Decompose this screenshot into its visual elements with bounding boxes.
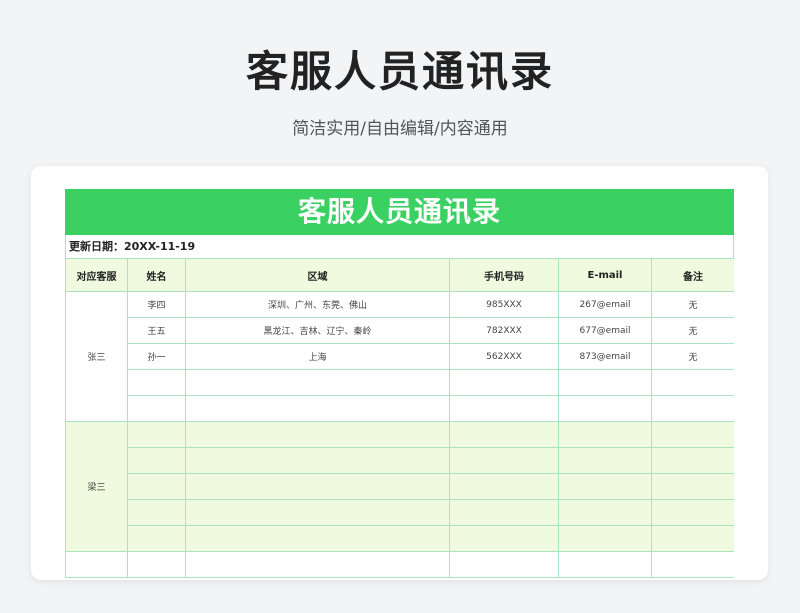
table-row bbox=[66, 447, 734, 474]
name-cell[interactable]: 孙一 bbox=[127, 343, 186, 370]
table-row bbox=[66, 395, 734, 422]
email-cell[interactable] bbox=[558, 447, 652, 474]
agent-cell[interactable] bbox=[65, 551, 128, 578]
phone-cell[interactable]: 562XXX bbox=[449, 343, 559, 370]
phone-cell[interactable] bbox=[449, 369, 559, 396]
region-cell[interactable]: 上海 bbox=[185, 343, 450, 370]
contact-table: 对应客服 姓名 区域 手机号码 E-mail 备注 张三 李四 深圳、广州、东莞… bbox=[65, 258, 734, 578]
agent-cell[interactable]: 梁三 bbox=[65, 421, 128, 552]
page-title: 客服人员通讯录 bbox=[245, 47, 554, 96]
table-row: 孙一 上海 562XXX 873@email 无 bbox=[66, 343, 734, 370]
region-cell[interactable] bbox=[185, 525, 450, 552]
region-cell[interactable]: 黑龙江、吉林、辽宁、秦岭 bbox=[185, 317, 450, 344]
region-cell[interactable] bbox=[185, 551, 450, 578]
email-cell[interactable] bbox=[558, 499, 652, 526]
region-cell[interactable] bbox=[185, 421, 450, 448]
note-cell[interactable] bbox=[651, 525, 734, 552]
name-cell[interactable]: 王五 bbox=[127, 317, 186, 344]
header-agent[interactable]: 对应客服 bbox=[65, 258, 128, 292]
name-cell[interactable] bbox=[127, 395, 186, 422]
region-cell[interactable] bbox=[185, 473, 450, 500]
region-cell[interactable] bbox=[185, 395, 450, 422]
email-cell[interactable] bbox=[558, 525, 652, 552]
agent-cell[interactable]: 张三 bbox=[65, 291, 128, 422]
phone-cell[interactable] bbox=[449, 447, 559, 474]
spreadsheet: 客服人员通讯录 更新日期：20XX-11-19 对应客服 姓名 区域 手机号码 … bbox=[65, 189, 734, 580]
name-cell[interactable] bbox=[127, 551, 186, 578]
table-row bbox=[66, 369, 734, 396]
name-cell[interactable] bbox=[127, 499, 186, 526]
email-cell[interactable]: 267@email bbox=[558, 291, 652, 318]
phone-cell[interactable] bbox=[449, 551, 559, 578]
table-row bbox=[65, 551, 734, 578]
header-name[interactable]: 姓名 bbox=[127, 258, 186, 292]
email-cell[interactable] bbox=[558, 421, 652, 448]
name-cell[interactable] bbox=[127, 447, 186, 474]
phone-cell[interactable] bbox=[449, 395, 559, 422]
note-cell[interactable] bbox=[651, 551, 734, 578]
email-cell[interactable] bbox=[558, 551, 652, 578]
phone-cell[interactable] bbox=[449, 525, 559, 552]
phone-cell[interactable]: 985XXX bbox=[449, 291, 559, 318]
table-row bbox=[66, 499, 734, 526]
region-cell[interactable]: 深圳、广州、东莞、佛山 bbox=[185, 291, 450, 318]
email-cell[interactable] bbox=[558, 369, 652, 396]
phone-cell[interactable] bbox=[449, 499, 559, 526]
name-cell[interactable] bbox=[127, 369, 186, 396]
sheet-banner[interactable]: 客服人员通讯录 bbox=[65, 189, 734, 235]
region-cell[interactable] bbox=[185, 499, 450, 526]
note-cell[interactable] bbox=[651, 369, 734, 396]
name-cell[interactable] bbox=[127, 473, 186, 500]
note-cell[interactable]: 无 bbox=[651, 291, 734, 318]
phone-cell[interactable] bbox=[449, 421, 559, 448]
sheet-card: 客服人员通讯录 更新日期：20XX-11-19 对应客服 姓名 区域 手机号码 … bbox=[31, 166, 768, 580]
note-cell[interactable] bbox=[651, 499, 734, 526]
header-region[interactable]: 区域 bbox=[185, 258, 450, 292]
update-date[interactable]: 更新日期：20XX-11-19 bbox=[65, 235, 734, 258]
email-cell[interactable] bbox=[558, 395, 652, 422]
name-cell[interactable] bbox=[127, 525, 186, 552]
note-cell[interactable]: 无 bbox=[651, 343, 734, 370]
name-cell[interactable]: 李四 bbox=[127, 291, 186, 318]
header-row: 对应客服 姓名 区域 手机号码 E-mail 备注 bbox=[65, 258, 734, 292]
note-cell[interactable] bbox=[651, 447, 734, 474]
page-subtitle: 简洁实用/自由编辑/内容通用 bbox=[292, 119, 508, 139]
table-row bbox=[66, 525, 734, 552]
table-row: 王五 黑龙江、吉林、辽宁、秦岭 782XXX 677@email 无 bbox=[66, 317, 734, 344]
region-cell[interactable] bbox=[185, 369, 450, 396]
note-cell[interactable]: 无 bbox=[651, 317, 734, 344]
table-row: 梁三 bbox=[65, 421, 734, 552]
note-cell[interactable] bbox=[651, 473, 734, 500]
email-cell[interactable]: 677@email bbox=[558, 317, 652, 344]
note-cell[interactable] bbox=[651, 421, 734, 448]
phone-cell[interactable] bbox=[449, 473, 559, 500]
name-cell[interactable] bbox=[127, 421, 186, 448]
table-row: 张三 李四 深圳、广州、东莞、佛山 985XXX 267@email 无 bbox=[65, 291, 734, 422]
region-cell[interactable] bbox=[185, 447, 450, 474]
email-cell[interactable] bbox=[558, 473, 652, 500]
header-email[interactable]: E-mail bbox=[558, 258, 652, 292]
header-note[interactable]: 备注 bbox=[651, 258, 734, 292]
note-cell[interactable] bbox=[651, 395, 734, 422]
header-phone[interactable]: 手机号码 bbox=[449, 258, 559, 292]
table-row bbox=[66, 473, 734, 500]
email-cell[interactable]: 873@email bbox=[558, 343, 652, 370]
phone-cell[interactable]: 782XXX bbox=[449, 317, 559, 344]
